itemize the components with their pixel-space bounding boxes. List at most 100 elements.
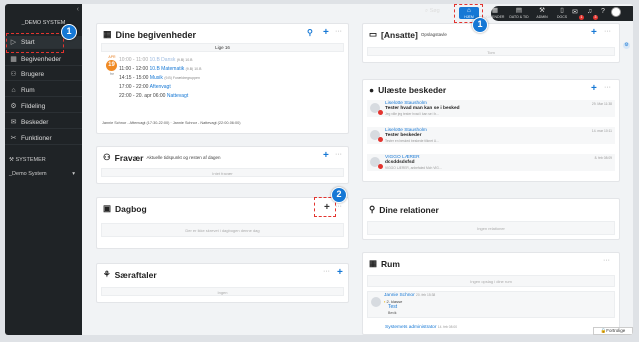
sidebar-item-label: Begivenheder (21, 55, 62, 63)
event-time: 14:15 - 15:00 (119, 75, 149, 81)
functions-icon: ✂ (10, 135, 17, 142)
absence-bar: Intet fravær (101, 168, 344, 177)
event-title: Nattevagt (166, 93, 189, 99)
event-detail: (9.B) Forældregruppen (164, 76, 200, 80)
sidebar-item-file-share[interactable]: ⚙ Fildeling (5, 100, 82, 113)
confidential-label: Fortrolige (606, 328, 626, 333)
message-preview: VIGGO LÆRER, anbefaled Mch VIG... (385, 166, 442, 170)
admin-button[interactable]: ⚒ ADMIN (533, 7, 551, 19)
sidebar-item-label: Funktioner (21, 134, 52, 142)
unread-card: ● Ulæste beskeder + ··· Liselotte Staush… (362, 79, 620, 182)
room-post[interactable]: Jannie Schnor 20. feb 15:38 ▪ 2. klasse … (367, 291, 615, 318)
employees-empty: Tom (487, 50, 495, 55)
event-row[interactable]: 22:00 - 20. apr 06:00 Nattevagt (119, 93, 188, 99)
rooms-icon: ⌂ (11, 86, 16, 94)
board-icon: ▭ (369, 29, 378, 39)
add-post-button[interactable]: + (591, 27, 597, 38)
more-icon[interactable]: ··· (323, 268, 330, 275)
callout-number: 1 (472, 17, 488, 33)
docs-button[interactable]: ▯ DOCS (554, 7, 570, 19)
avatar (371, 297, 381, 307)
new-message-button[interactable]: + (591, 83, 597, 94)
chat-icon: ● (369, 85, 375, 95)
list-item[interactable]: Liselotte Stausholm Tester hvad man kan … (367, 100, 615, 117)
message-preview: Jeg ville jeg tester hvad i kan se i b..… (385, 112, 439, 116)
employees-bar: Tom (367, 47, 615, 56)
event-title: 10.B Dansk (149, 57, 176, 63)
room-tag-icon: ▪ (384, 299, 386, 304)
callout-number: 2 (331, 187, 347, 203)
list-item[interactable]: VIGGO LÆRER dcsddsdsfsd VIGGO LÆRER, anb… (367, 154, 615, 171)
message-subject: Tester hvad man kan se i besked (385, 106, 460, 111)
relations-empty: Ingen relationer (477, 226, 505, 231)
unread-dot (378, 110, 383, 115)
collapse-icon[interactable]: ‹ (77, 6, 79, 13)
search-button[interactable]: ⌕ Søg (425, 8, 440, 15)
unread-dot (378, 164, 383, 169)
user-icon: ⚲ (369, 204, 376, 214)
mail-icon[interactable]: ✉ (572, 8, 578, 16)
more-icon[interactable]: ··· (335, 203, 342, 210)
callout-number: 1 (61, 24, 77, 40)
more-icon[interactable]: ··· (335, 28, 342, 35)
event-row[interactable]: 10:00 - 11:00 10.B Dansk (9.B) 10.B (119, 57, 193, 63)
system-select[interactable]: _Demo System ▾ (9, 171, 75, 177)
rooms-icon: ▦ (369, 258, 378, 268)
post-author: Jannie Schnor (384, 293, 415, 298)
room-post-2[interactable]: Systemets administrator 14. feb 08:00 (385, 325, 457, 330)
sidebar: ‹ _DEMO SYSTEM ▷ Start ▦ Begivenheder ⚇ … (5, 4, 82, 335)
relations-header: ⚲ Dine relationer (369, 204, 439, 215)
sidebar-item-messages[interactable]: ✉ Beskeder (5, 116, 82, 129)
employees-subtitle: Opslagstavle (420, 32, 447, 37)
absence-card: ⚇ Fravær Aktuelle tidspunkt og resten af… (96, 146, 349, 184)
more-icon[interactable]: ··· (604, 28, 611, 35)
absence-subtitle: Aktuelle tidspunkt og resten af dagen (146, 155, 221, 160)
list-item[interactable]: Liselotte Stausholm Tester beskeder Test… (367, 127, 615, 144)
sidebar-item-rooms[interactable]: ⌂ Rum (5, 84, 82, 97)
sidebar-item-events[interactable]: ▦ Begivenheder (5, 53, 82, 66)
sidebar-item-users[interactable]: ⚇ Brugere (5, 68, 82, 81)
sidebar-item-functions[interactable]: ✂ Funktioner (5, 132, 82, 145)
settings-icon[interactable]: ⚙ (623, 42, 630, 49)
more-icon[interactable]: ··· (335, 151, 342, 158)
date-time-button[interactable]: ▤ DATO & TID (507, 7, 531, 19)
event-title: 10.B Matematik (149, 66, 185, 72)
filter-icon[interactable]: ⚲ (307, 28, 313, 37)
special-header: ⚘ Særaftaler (103, 269, 157, 280)
help-icon[interactable]: ? (601, 8, 605, 15)
post-author: Systemets administrator (385, 325, 437, 330)
message-date: 14. mar 10:11 (591, 129, 612, 133)
add-special-button[interactable]: + (337, 267, 343, 278)
absence-empty: Intet fravær (212, 171, 233, 176)
add-event-button[interactable]: + (323, 27, 329, 38)
date-time-label: DATO & TID (509, 15, 529, 19)
message-subject: Tester beskeder (385, 133, 422, 138)
rooms-bar: Ingen opslag i dine rum (367, 275, 615, 287)
more-icon[interactable]: ··· (604, 84, 611, 91)
event-row[interactable]: 11:00 - 12:00 10.B Matematik (9.B) 10.B (119, 66, 201, 72)
more-icon[interactable]: ··· (603, 257, 610, 264)
event-row[interactable]: 14:15 - 15:00 Musik (9.B) Forældregruppe… (119, 75, 200, 81)
add-absence-button[interactable]: + (323, 150, 329, 161)
message-date: 29. Mar 11:38 (591, 102, 612, 106)
message-date: 8. feb 08:09 (594, 156, 612, 160)
bell-icon[interactable]: ♫ (587, 8, 592, 15)
event-title: Musik (149, 75, 163, 81)
calendar-button[interactable]: ▦ KALENDER (483, 7, 507, 19)
event-time: 11:00 - 12:00 (119, 66, 149, 72)
absence-title: Fravær (114, 152, 144, 163)
diary-empty: Der er ikke skrevet i dagbogen denne dag (185, 228, 260, 233)
message-subject: dcsddsdsfsd (385, 160, 415, 165)
event-row[interactable]: 17:00 - 22:00 Aftenvagt (119, 84, 171, 90)
relations-bar: Ingen relationer (367, 221, 615, 235)
special-empty: Ingen (217, 290, 228, 295)
docs-label: DOCS (556, 15, 568, 19)
events-header: ▦ Dine begivenheder (103, 29, 196, 40)
events-footer: Jannie Schnor - Aftenvagt (17:30-22:00) … (102, 121, 241, 125)
systems-section: ⚒ SYSTEMER (9, 157, 46, 163)
calendar-icon: ▦ (103, 29, 112, 39)
confidential-button[interactable]: 🔒Fortrolige (593, 327, 633, 335)
rooms-card: ▦ Rum ··· Ingen opslag i dine rum Jannie… (362, 252, 620, 335)
week-bar: Lige 16 (101, 43, 344, 52)
avatar[interactable] (611, 7, 621, 17)
